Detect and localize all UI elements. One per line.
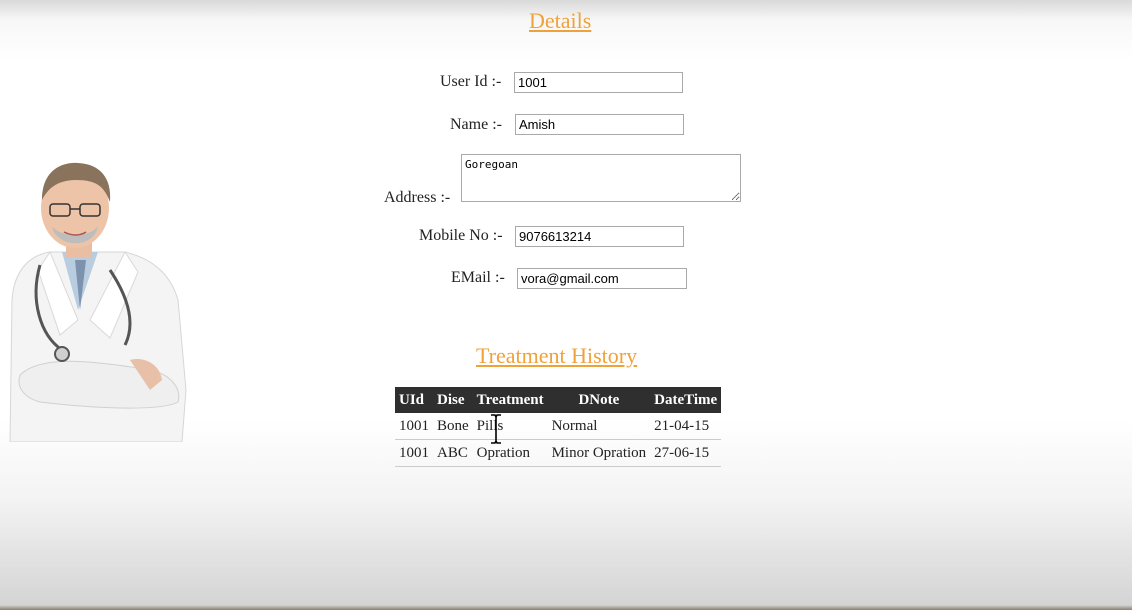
cell-disease: ABC	[433, 439, 473, 467]
name-input[interactable]	[515, 114, 684, 135]
text-cursor-icon	[491, 414, 501, 444]
table-row: 1001 Bone Pills Normal 21-04-15	[395, 413, 722, 440]
mobile-label: Mobile No :-	[419, 227, 503, 244]
email-input[interactable]	[517, 268, 687, 289]
column-header-datetime: DateTime	[650, 387, 722, 413]
cell-datetime: 21-04-15	[650, 413, 722, 440]
name-label: Name :-	[450, 116, 502, 133]
table-row: 1001 ABC Opration Minor Opration 27-06-1…	[395, 439, 722, 467]
treatment-history-title: Treatment History	[476, 343, 638, 368]
address-textarea[interactable]: Goregoan	[461, 154, 741, 202]
cell-treatment: Opration	[472, 439, 548, 467]
column-header-dnote: DNote	[547, 387, 651, 413]
doctor-illustration	[9, 162, 187, 442]
table-header-row: UId Dise Treatment DNote DateTime	[395, 387, 722, 413]
mobile-input[interactable]	[515, 226, 684, 247]
column-header-treatment: Treatment	[472, 387, 548, 413]
cell-treatment: Pills	[472, 413, 548, 440]
user-id-label: User Id :-	[440, 73, 502, 90]
email-label: EMail :-	[451, 269, 505, 286]
cell-uid: 1001	[395, 439, 433, 467]
cell-dnote: Normal	[547, 413, 651, 440]
cell-disease: Bone	[433, 413, 473, 440]
cell-datetime: 27-06-15	[650, 439, 722, 467]
cell-uid: 1001	[395, 413, 433, 440]
details-title: Details	[529, 8, 592, 33]
column-header-disease: Dise	[433, 387, 473, 413]
cell-dnote: Minor Opration	[547, 439, 651, 467]
address-label: Address :-	[384, 189, 451, 206]
treatment-history-table: UId Dise Treatment DNote DateTime 1001 B…	[395, 387, 722, 467]
column-header-uid: UId	[395, 387, 433, 413]
user-id-input[interactable]	[514, 72, 683, 93]
